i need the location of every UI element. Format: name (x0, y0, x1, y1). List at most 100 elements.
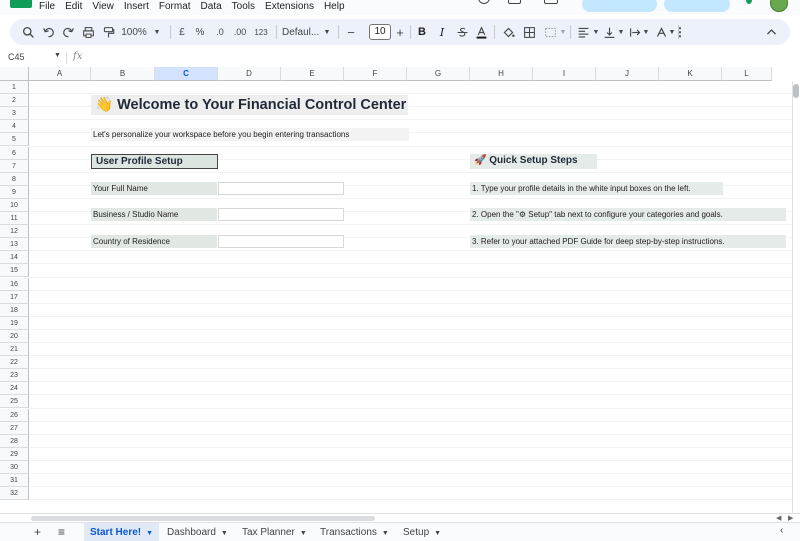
full-name-input[interactable] (218, 182, 344, 195)
name-box-chevron-icon[interactable]: ▼ (54, 52, 61, 59)
merge-chevron-icon[interactable]: ▼ (559, 23, 567, 41)
row-header-19[interactable]: 19 (0, 316, 29, 330)
row-header-1[interactable]: 1 (0, 81, 29, 95)
country-input[interactable] (218, 235, 344, 248)
row-header-17[interactable]: 17 (0, 290, 29, 304)
business-name-input[interactable] (218, 208, 344, 221)
row-header-28[interactable]: 28 (0, 434, 29, 448)
name-box[interactable]: C45 (8, 52, 25, 62)
row-header-9[interactable]: 9 (0, 185, 29, 199)
vertical-scrollbar[interactable] (792, 81, 800, 513)
text-color-icon[interactable] (473, 23, 489, 41)
row-header-23[interactable]: 23 (0, 369, 29, 383)
vertical-scroll-thumb[interactable] (793, 84, 799, 98)
row-header-18[interactable]: 18 (0, 303, 29, 317)
row-header-27[interactable]: 27 (0, 421, 29, 435)
bold-button[interactable]: B (415, 23, 429, 41)
row-header-5[interactable]: 5 (0, 133, 29, 147)
horizontal-scroll-thumb[interactable] (31, 516, 375, 521)
row-header-14[interactable]: 14 (0, 251, 29, 265)
column-header-e[interactable]: E (281, 67, 344, 81)
gemini-button[interactable] (664, 0, 730, 12)
column-header-j[interactable]: J (596, 67, 659, 81)
redo-icon[interactable] (60, 23, 76, 41)
borders-icon[interactable] (521, 23, 537, 41)
scroll-right-icon[interactable]: ▶ (788, 514, 793, 522)
column-header-h[interactable]: H (470, 67, 533, 81)
currency-format-button[interactable]: £ (176, 23, 188, 41)
font-size-decrease-icon[interactable]: − (345, 23, 357, 41)
tab-start-here[interactable]: Start Here! ▼ (84, 523, 160, 541)
tab-dashboard[interactable]: Dashboard ▼ (161, 523, 234, 541)
tab-tax-planner[interactable]: Tax Planner ▼ (236, 523, 313, 541)
column-header-b[interactable]: B (91, 67, 155, 81)
merge-cells-icon[interactable] (542, 23, 558, 41)
menu-tools[interactable]: Tools (232, 1, 255, 12)
column-header-k[interactable]: K (659, 67, 722, 81)
column-header-l[interactable]: L (722, 67, 772, 81)
share-button[interactable] (582, 0, 657, 12)
menu-edit[interactable]: Edit (65, 1, 82, 12)
menu-file[interactable]: File (39, 1, 55, 12)
decrease-decimal-button[interactable]: .0 (212, 23, 228, 41)
column-header-a[interactable]: A (29, 67, 91, 81)
text-wrap-icon[interactable] (627, 23, 643, 41)
column-header-g[interactable]: G (407, 67, 470, 81)
tabs-scroll-left-icon[interactable]: ‹ (780, 525, 783, 536)
row-header-11[interactable]: 11 (0, 212, 29, 226)
spreadsheet-grid[interactable]: ABCDEFGHIJKL 1 2 3 4 5 6 7 8 9 10 11 12 13 14 15 16 17 18… (0, 67, 800, 513)
column-header-i[interactable]: I (533, 67, 596, 81)
row-header-22[interactable]: 22 (0, 356, 29, 370)
column-header-f[interactable]: F (344, 67, 407, 81)
increase-decimal-button[interactable]: .00 (232, 23, 248, 41)
vertical-align-icon[interactable] (601, 23, 617, 41)
scroll-left-icon[interactable]: ◀ (776, 514, 781, 522)
row-header-4[interactable]: 4 (0, 120, 29, 134)
row-header-24[interactable]: 24 (0, 382, 29, 396)
menu-view[interactable]: View (92, 1, 114, 12)
add-sheet-icon[interactable]: + (34, 525, 41, 539)
tab-chevron-icon[interactable]: ▼ (221, 530, 228, 537)
tab-chevron-icon[interactable]: ▼ (434, 530, 441, 537)
tab-setup[interactable]: Setup ▼ (397, 523, 447, 541)
zoom-select[interactable]: 100% (120, 23, 148, 41)
number-format-button[interactable]: 123 (252, 23, 270, 41)
row-header-21[interactable]: 21 (0, 343, 29, 357)
row-header-15[interactable]: 15 (0, 264, 29, 278)
tab-chevron-icon[interactable]: ▼ (146, 530, 153, 537)
row-header-25[interactable]: 25 (0, 395, 29, 409)
more-options-icon[interactable]: ⋮ (674, 23, 686, 41)
tab-chevron-icon[interactable]: ▼ (300, 530, 307, 537)
sheets-logo-icon[interactable] (10, 0, 32, 8)
row-header-10[interactable]: 10 (0, 198, 29, 212)
menu-extensions[interactable]: Extensions (265, 1, 314, 12)
collapse-toolbar-icon[interactable] (764, 23, 778, 41)
formula-input[interactable] (90, 51, 790, 65)
avatar[interactable] (770, 0, 788, 12)
column-header-c[interactable]: C (155, 67, 218, 81)
meet-icon[interactable] (544, 0, 558, 4)
row-header-12[interactable]: 12 (0, 225, 29, 239)
tab-chevron-icon[interactable]: ▼ (382, 530, 389, 537)
row-header-31[interactable]: 31 (0, 474, 29, 488)
tab-transactions[interactable]: Transactions ▼ (314, 523, 395, 541)
row-header-30[interactable]: 30 (0, 460, 29, 474)
menu-format[interactable]: Format (159, 1, 191, 12)
wrap-chevron-icon[interactable]: ▼ (642, 23, 650, 41)
row-header-16[interactable]: 16 (0, 277, 29, 291)
search-menus-icon[interactable] (20, 23, 36, 41)
font-family-select[interactable]: Defaul... (282, 23, 322, 41)
menu-data[interactable]: Data (201, 1, 222, 12)
row-header-7[interactable]: 7 (0, 159, 29, 173)
font-size-input[interactable]: 10 (369, 24, 391, 40)
print-icon[interactable] (80, 23, 96, 41)
zoom-chevron-icon[interactable]: ▼ (152, 23, 162, 41)
undo-icon[interactable] (40, 23, 56, 41)
horizontal-align-icon[interactable] (575, 23, 591, 41)
comment-icon[interactable] (508, 0, 521, 4)
menu-insert[interactable]: Insert (124, 1, 149, 12)
text-rotation-icon[interactable] (653, 23, 669, 41)
row-header-3[interactable]: 3 (0, 107, 29, 121)
all-sheets-icon[interactable]: ≡ (58, 525, 65, 539)
history-icon[interactable] (478, 0, 490, 4)
